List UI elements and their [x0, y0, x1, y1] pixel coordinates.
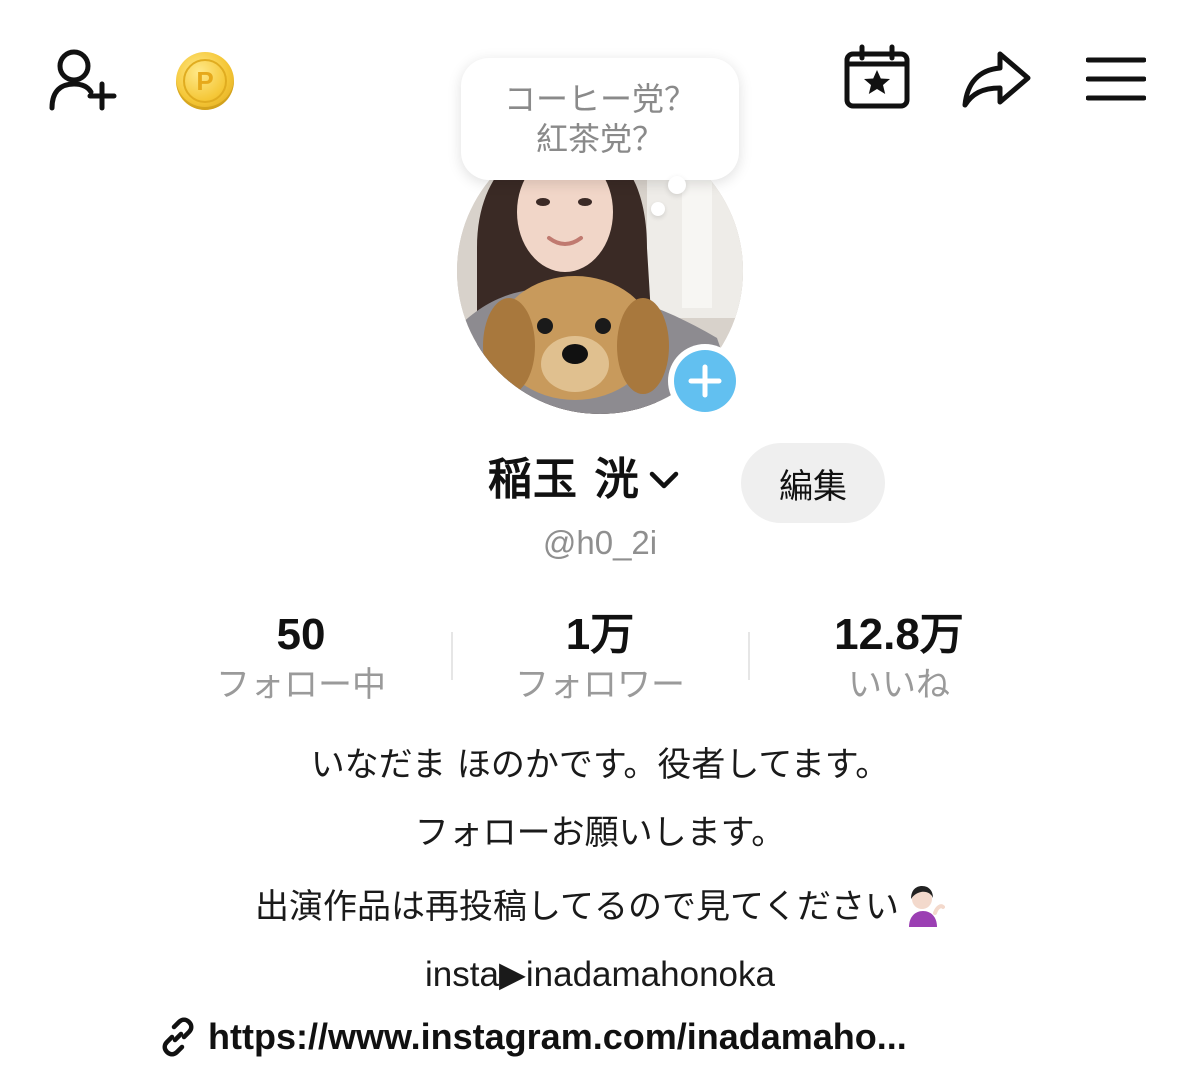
- chevron-down-icon: [647, 468, 681, 492]
- stat-following-label: フォロー中: [216, 665, 386, 705]
- bio-text-1: いなだま ほのかです。役者してます。: [310, 745, 890, 785]
- hamburger-menu-icon: [1086, 57, 1146, 101]
- add-friend-button[interactable]: [44, 44, 120, 114]
- menu-button[interactable]: [1086, 56, 1146, 102]
- bio-insta-line: insta▶inadamahonoka: [425, 955, 775, 994]
- add-story-button[interactable]: [668, 344, 742, 418]
- coin-icon: P: [176, 52, 234, 110]
- status-bubble[interactable]: コーヒー党？ 紅茶党？: [461, 58, 739, 180]
- points-coin-button[interactable]: P: [176, 52, 234, 110]
- stat-followers-value: 1万: [565, 610, 635, 659]
- stat-likes-value: 12.8万: [834, 610, 964, 659]
- bubble-tail-dot-small: [651, 202, 665, 216]
- profile-handle: @h0_2i: [542, 524, 658, 561]
- calendar-star-icon: [844, 44, 910, 109]
- person-plus-icon: [49, 49, 117, 111]
- stat-following-value: 50: [276, 610, 326, 659]
- bio-text-2: フォローお願いします。: [414, 813, 786, 853]
- stat-following[interactable]: 50 フォロー中: [151, 608, 451, 708]
- share-arrow-icon: [962, 51, 1031, 108]
- bubble-tail-dot: [668, 176, 686, 194]
- edit-profile-button[interactable]: 編集: [741, 443, 885, 523]
- bubble-line-1: コーヒー党？: [503, 80, 696, 118]
- account-switcher[interactable]: 稲玉 洸: [488, 450, 681, 510]
- link-chain-icon: [158, 1017, 198, 1057]
- profile-link-text[interactable]: https://www.instagram.com/inadamaho...: [208, 1016, 907, 1058]
- bio-line-3: 出演作品は再投稿してるので見てください: [0, 884, 1200, 931]
- stat-likes-label: いいね: [848, 665, 950, 705]
- share-button[interactable]: [960, 48, 1032, 110]
- bubble-line-2: 紅茶党？: [535, 120, 664, 158]
- bio-text-3: 出演作品は再投稿してるので見てください: [255, 887, 899, 927]
- stat-followers[interactable]: 1万 フォロワー: [450, 608, 750, 708]
- person-tipping-hand-emoji-icon: [901, 883, 945, 927]
- bio-line-2: フォローお願いします。: [0, 810, 1200, 856]
- profile-link[interactable]: https://www.instagram.com/inadamaho...: [158, 1012, 907, 1062]
- stat-likes[interactable]: 12.8万 いいね: [749, 608, 1049, 708]
- bio-line-1: いなだま ほのかです。役者してます。: [0, 742, 1200, 788]
- calendar-button[interactable]: [842, 44, 912, 110]
- coin-letter: P: [183, 59, 227, 103]
- profile-name: 稲玉 洸: [488, 454, 640, 505]
- stat-followers-label: フォロワー: [515, 665, 685, 705]
- plus-circle-icon: [674, 350, 736, 412]
